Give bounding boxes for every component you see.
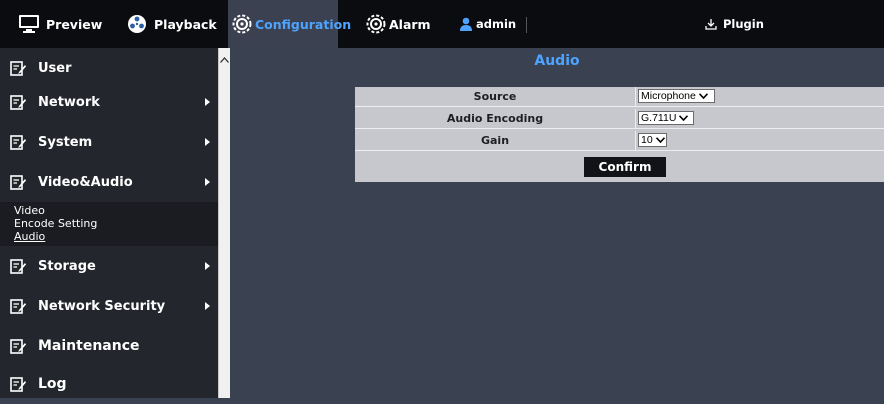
source-value: Microphone [641,90,696,102]
audio-encoding-value: G.711U [641,112,677,124]
subitem-audio[interactable]: Audio [14,231,45,243]
subitem-video[interactable]: Video [14,205,45,217]
chevron-down-icon [655,137,665,143]
sidebar-scrollbar[interactable] [218,48,230,398]
sidebar-item-storage[interactable]: Storage [0,246,218,286]
tab-playback-label: Playback [154,16,217,32]
gain-value: 10 [641,134,653,146]
form-row-audio-encoding: Audio Encoding G.711U [355,109,884,129]
user-icon [460,17,472,31]
form-row-gain: Gain 10 [355,131,884,151]
sidebar-item-label: System [38,134,93,150]
top-navigation-bar: Preview Playback Configuration Alarm adm… [0,0,884,48]
sidebar-item-label: Network Security [38,298,166,314]
sidebar-item-system[interactable]: System [0,122,218,162]
monitor-icon [18,14,40,34]
film-reel-icon [126,13,148,35]
audio-encoding-label: Audio Encoding [446,112,544,125]
sidebar-item-label: Video&Audio [38,174,133,190]
tab-playback[interactable]: Playback [126,0,217,48]
tab-configuration-label: Configuration [255,16,352,32]
sidebar: User Network System Video&Audio Video En… [0,48,218,398]
page-title: Audio [534,53,580,69]
sidebar-item-network-security[interactable]: Network Security [0,286,218,326]
edit-icon [10,298,26,314]
sidebar-item-label: Log [38,376,67,392]
form-row-source: Source Microphone [355,87,884,107]
edit-icon [10,338,26,354]
divider [635,131,636,150]
confirm-button[interactable]: Confirm [584,157,666,177]
tab-preview-label: Preview [46,16,103,32]
chevron-up-icon[interactable] [219,54,230,66]
plugin-label: Plugin [723,17,764,31]
tab-alarm[interactable]: Alarm [366,0,431,48]
sidebar-item-log[interactable]: Log [0,364,218,404]
plugin-link[interactable]: Plugin [705,0,764,48]
gear-icon [232,14,252,34]
tab-configuration[interactable]: Configuration [228,0,351,48]
edit-icon [10,174,26,190]
chevron-right-icon [205,302,210,310]
user-menu[interactable]: admin [460,0,516,48]
edit-icon [10,134,26,150]
sidebar-item-label: User [38,60,72,76]
chevron-right-icon [205,262,210,270]
chevron-right-icon [205,138,210,146]
form-actions: Confirm [355,153,884,182]
sidebar-item-label: Network [38,94,100,110]
divider [526,17,527,33]
audio-settings-form: Source Microphone Audio Encoding G.711U … [355,87,884,182]
audio-encoding-select[interactable]: G.711U [638,111,694,125]
chevron-right-icon [205,98,210,106]
video-audio-submenu: Video Encode Setting Audio [0,202,218,246]
subitem-encode-setting[interactable]: Encode Setting [14,218,97,230]
chevron-down-icon [679,115,689,121]
sidebar-item-label: Maintenance [38,338,140,354]
chevron-down-icon [698,93,708,99]
tab-alarm-label: Alarm [389,16,431,32]
gain-select[interactable]: 10 [638,133,667,147]
tab-preview[interactable]: Preview [18,0,102,48]
source-select[interactable]: Microphone [638,89,715,103]
edit-icon [10,94,26,110]
source-label: Source [473,90,517,103]
chevron-right-icon [205,178,210,186]
edit-icon [10,60,26,76]
gain-label: Gain [480,134,510,147]
sidebar-item-network[interactable]: Network [0,82,218,122]
sidebar-item-video-audio[interactable]: Video&Audio [0,162,218,202]
download-icon [705,18,717,30]
username: admin [476,17,517,31]
edit-icon [10,258,26,274]
edit-icon [10,376,26,392]
divider [635,87,636,106]
sidebar-item-label: Storage [38,258,96,274]
sidebar-item-maintenance[interactable]: Maintenance [0,326,218,366]
gear-icon [366,14,386,34]
divider [635,109,636,128]
